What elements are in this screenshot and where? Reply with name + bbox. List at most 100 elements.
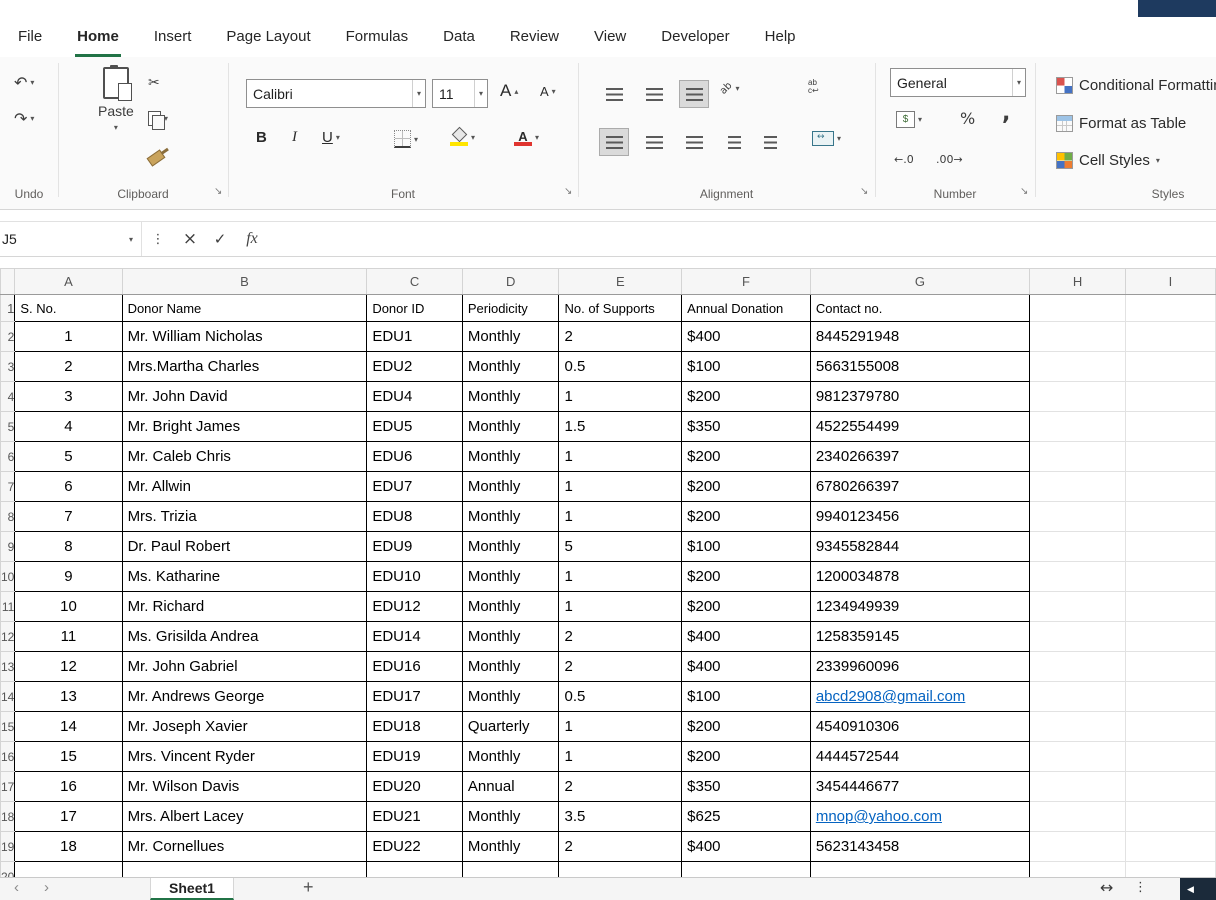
cell[interactable] [810, 862, 1029, 878]
cell[interactable] [1030, 382, 1126, 412]
row-header[interactable]: 18 [1, 802, 15, 832]
cell-donation[interactable]: $200 [682, 502, 811, 532]
cell-contact[interactable]: 8445291948 [810, 322, 1029, 352]
cell[interactable] [1125, 442, 1215, 472]
cell-donor-name[interactable]: Mr. Allwin [122, 472, 367, 502]
cell[interactable] [1030, 502, 1126, 532]
cell-donation[interactable]: $400 [682, 652, 811, 682]
cell[interactable] [559, 862, 682, 878]
column-header-i[interactable]: I [1125, 269, 1215, 295]
cell-sno[interactable]: 14 [15, 712, 122, 742]
cell-donation[interactable]: $100 [682, 352, 811, 382]
cell[interactable] [1125, 412, 1215, 442]
select-all-corner[interactable] [1, 269, 15, 295]
cell-donation[interactable]: $200 [682, 442, 811, 472]
cell-sno[interactable]: 16 [15, 772, 122, 802]
cell-donor-id[interactable]: EDU2 [367, 352, 463, 382]
cell-donor-name[interactable]: Mrs. Albert Lacey [122, 802, 367, 832]
font-size-combobox[interactable]: 11 ▾ [432, 79, 488, 108]
cell-donor-id[interactable]: EDU6 [367, 442, 463, 472]
cell-periodicity[interactable]: Monthly [462, 622, 559, 652]
column-header-g[interactable]: G [810, 269, 1029, 295]
field-header-cell[interactable]: Periodicity [462, 295, 559, 322]
cell-periodicity[interactable]: Monthly [462, 562, 559, 592]
cell-donation[interactable]: $200 [682, 382, 811, 412]
field-header-cell[interactable]: Contact no. [810, 295, 1029, 322]
cell[interactable] [1030, 652, 1126, 682]
cell-sno[interactable]: 1 [15, 322, 122, 352]
cell[interactable] [1125, 382, 1215, 412]
cell-periodicity[interactable]: Quarterly [462, 712, 559, 742]
cell-contact[interactable]: 1258359145 [810, 622, 1029, 652]
row-header[interactable]: 10 [1, 562, 15, 592]
accounting-format-button[interactable]: $ ▾ [896, 111, 922, 128]
cell-sno[interactable]: 10 [15, 592, 122, 622]
cell-donor-name[interactable]: Mr. Bright James [122, 412, 367, 442]
cell-sno[interactable]: 9 [15, 562, 122, 592]
cell[interactable] [1125, 742, 1215, 772]
cell-donor-id[interactable]: EDU19 [367, 742, 463, 772]
cell-styles-button[interactable]: Cell Styles ▾ [1056, 152, 1160, 169]
cell-donation[interactable]: $350 [682, 772, 811, 802]
cell-contact[interactable]: 3454446677 [810, 772, 1029, 802]
cell[interactable] [1125, 472, 1215, 502]
cell-donor-id[interactable]: EDU9 [367, 532, 463, 562]
cell[interactable] [122, 862, 367, 878]
prev-sheet-button[interactable]: ‹ [14, 879, 19, 896]
cell-contact[interactable]: 6780266397 [810, 472, 1029, 502]
row-header[interactable]: 4 [1, 382, 15, 412]
cell-donor-id[interactable]: EDU5 [367, 412, 463, 442]
cell[interactable] [1125, 592, 1215, 622]
cell-sno[interactable]: 6 [15, 472, 122, 502]
cell-contact[interactable]: 5663155008 [810, 352, 1029, 382]
cell-donation[interactable]: $400 [682, 832, 811, 862]
cell-periodicity[interactable]: Monthly [462, 322, 559, 352]
cell-donor-id[interactable]: EDU4 [367, 382, 463, 412]
cell-contact[interactable]: 4522554499 [810, 412, 1029, 442]
decrease-indent-button[interactable] [720, 129, 748, 155]
cell-donation[interactable]: $200 [682, 472, 811, 502]
cell-donation[interactable]: $625 [682, 802, 811, 832]
field-header-cell[interactable]: S. No. [15, 295, 122, 322]
row-header[interactable]: 19 [1, 832, 15, 862]
scrollbar-corner[interactable]: ◀ [1180, 878, 1216, 900]
copy-button[interactable]: ▾ [148, 111, 168, 126]
undo-button[interactable]: ↶ ▾ [14, 73, 34, 92]
cell[interactable] [1030, 622, 1126, 652]
cell-supports[interactable]: 0.5 [559, 682, 682, 712]
cell-donation[interactable]: $200 [682, 562, 811, 592]
cell[interactable] [682, 862, 811, 878]
menu-tab-help[interactable]: Help [763, 22, 798, 57]
cell[interactable] [1030, 862, 1126, 878]
cell[interactable] [1125, 562, 1215, 592]
increase-indent-button[interactable] [756, 129, 784, 155]
cell-donor-name[interactable]: Ms. Katharine [122, 562, 367, 592]
cell-sno[interactable]: 5 [15, 442, 122, 472]
number-format-combobox[interactable]: General ▾ [890, 68, 1026, 97]
cut-button[interactable]: ✂ [148, 75, 160, 91]
number-dialog-launcher[interactable]: ↘ [1020, 187, 1028, 197]
row-header[interactable]: 20 [1, 862, 15, 878]
cell[interactable] [1030, 532, 1126, 562]
cell[interactable] [1125, 682, 1215, 712]
cell-periodicity[interactable]: Monthly [462, 682, 559, 712]
cell[interactable] [15, 862, 122, 878]
row-header[interactable]: 17 [1, 772, 15, 802]
align-left-button[interactable] [600, 129, 628, 155]
cell-donor-id[interactable]: EDU16 [367, 652, 463, 682]
decrease-font-size-button[interactable]: A ▾ [540, 84, 556, 99]
cell-donor-id[interactable]: EDU17 [367, 682, 463, 712]
menu-tab-data[interactable]: Data [441, 22, 477, 57]
cell[interactable] [1030, 712, 1126, 742]
cell[interactable] [1125, 352, 1215, 382]
cell-donation[interactable]: $100 [682, 682, 811, 712]
cell[interactable] [1125, 532, 1215, 562]
cell-donor-id[interactable]: EDU14 [367, 622, 463, 652]
cell-donation[interactable]: $400 [682, 622, 811, 652]
fill-color-button[interactable]: ▾ [450, 128, 475, 146]
cell-sno[interactable]: 15 [15, 742, 122, 772]
align-right-button[interactable] [680, 129, 708, 155]
cell-contact[interactable]: 1200034878 [810, 562, 1029, 592]
underline-button[interactable]: U ▾ [322, 129, 340, 146]
cell-donor-name[interactable]: Mr. Caleb Chris [122, 442, 367, 472]
